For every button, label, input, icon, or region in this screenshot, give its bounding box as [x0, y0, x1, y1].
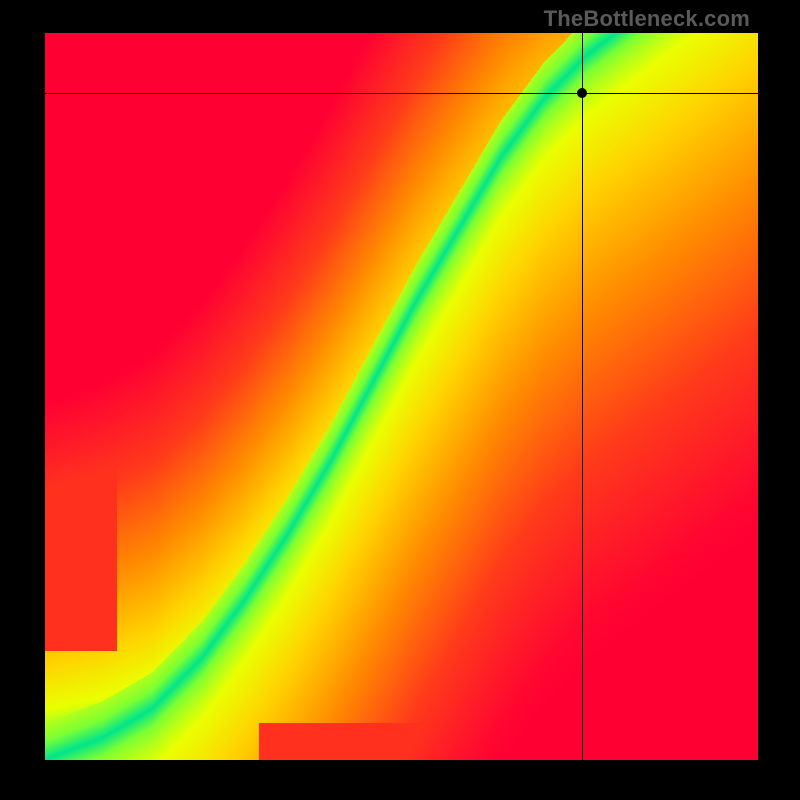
watermark-text: TheBottleneck.com	[544, 6, 750, 32]
heatmap-canvas	[45, 33, 758, 760]
plot-area[interactable]	[45, 33, 758, 760]
chart-frame: TheBottleneck.com	[0, 0, 800, 800]
